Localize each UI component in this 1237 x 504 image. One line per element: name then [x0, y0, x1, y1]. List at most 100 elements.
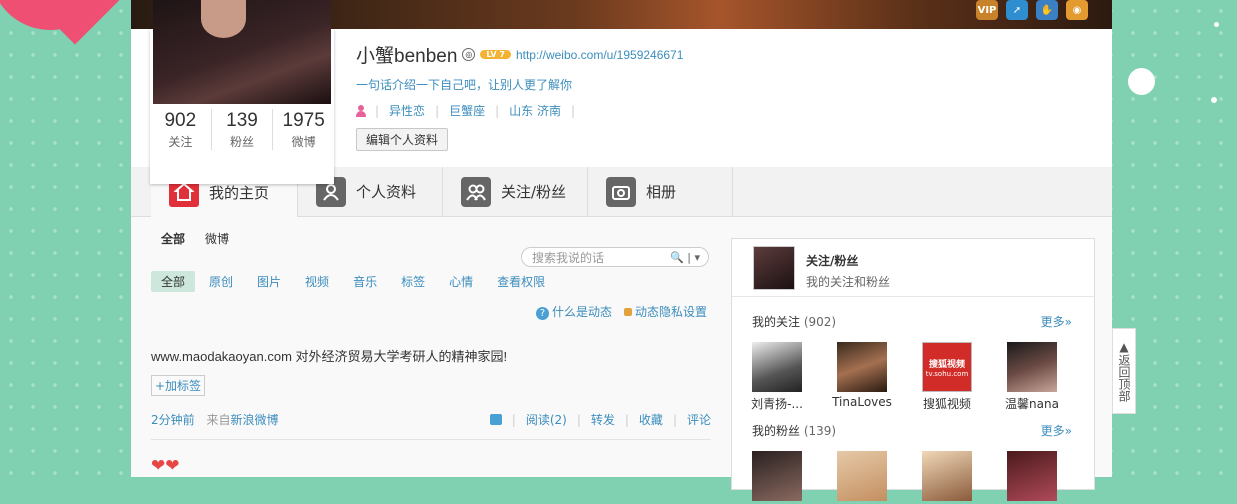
tab-label: 关注/粉丝 — [501, 183, 567, 201]
avatar[interactable] — [752, 342, 802, 392]
stat-number: 1975 — [282, 110, 325, 131]
bio-link[interactable]: 一句话介绍一下自己吧，让别人更了解你 — [356, 76, 683, 93]
zodiac-tag[interactable]: 巨蟹座 — [449, 102, 485, 119]
fan-user[interactable] — [837, 451, 887, 504]
fans-title: 我的粉丝 — [752, 424, 801, 438]
follow-fans-panel: 关注/粉丝 我的关注和粉丝 我的关注 (902) 更多» 刘青扬-... Tin… — [731, 238, 1095, 501]
tab-label: 我的主页 — [209, 183, 270, 202]
fans-count-label: (139) — [803, 424, 837, 438]
avatar[interactable] — [837, 342, 887, 392]
privacy-settings-link[interactable]: 动态隐私设置 — [624, 303, 707, 320]
feed-filters: 全部 原创 图片 视频 音乐 标签 心情 查看权限 — [151, 271, 559, 292]
feed-post: www.maodakaoyan.com 对外经济贸易大学考研人的精神家园! +加… — [151, 346, 711, 440]
repost-button[interactable]: 转发 — [591, 411, 615, 428]
feed: 全部 微博 搜索我说的话 🔍 | ▾ 全部 原创 图片 视频 音乐 标签 心情 … — [151, 230, 711, 475]
user-name[interactable]: 搜狐视频 — [912, 395, 982, 412]
feed-search-input[interactable]: 搜索我说的话 🔍 | ▾ — [521, 247, 709, 267]
profile-url-link[interactable]: http://weibo.com/u/1959246671 — [516, 48, 683, 62]
fan-user[interactable] — [752, 451, 802, 504]
vip-icon[interactable]: VIP — [976, 0, 998, 20]
following-count[interactable]: 902 关注 — [150, 109, 212, 150]
arrow-icon[interactable]: ➚ — [1006, 0, 1028, 20]
hand-icon[interactable]: ✋ — [1036, 0, 1058, 20]
read-count[interactable]: 阅读(2) — [526, 411, 567, 428]
avatar[interactable] — [1007, 342, 1057, 392]
profile-tags: | 异性恋 | 巨蟹座 | 山东 济南 | — [356, 102, 683, 119]
post-text: www.maodakaoyan.com 对外经济贸易大学考研人的精神家园! — [151, 349, 508, 364]
avatar[interactable] — [753, 246, 795, 290]
panel-title[interactable]: 关注/粉丝 — [806, 252, 890, 269]
hearts-emoji: ❤ ❤ — [151, 458, 180, 475]
profile-header: 902 关注 139 粉丝 1975 微博 小蟹benben ◎ LV 7 ht… — [131, 0, 1112, 184]
filter-original[interactable]: 原创 — [199, 271, 243, 292]
post-time-link[interactable]: 2分钟前 — [151, 413, 195, 427]
heart-icon: ❤ — [151, 456, 166, 476]
location-tag[interactable]: 山东 济南 — [509, 102, 561, 119]
privacy-links: ? 什么是动态 动态隐私设置 — [536, 303, 707, 320]
filter-permissions[interactable]: 查看权限 — [487, 271, 555, 292]
orientation-tag[interactable]: 异性恋 — [389, 102, 425, 119]
following-user[interactable]: 搜狐视频 tv.sohu.com 搜狐视频 — [922, 342, 972, 412]
verified-icon[interactable]: ◎ — [462, 48, 476, 61]
filter-all[interactable]: 全部 — [151, 271, 196, 292]
filter-mood[interactable]: 心情 — [439, 271, 483, 292]
from-label: 来自 — [206, 413, 231, 427]
user-name[interactable]: 刘青扬-... — [742, 395, 812, 412]
back-to-top-button[interactable]: ▲返回顶部 — [1112, 328, 1136, 414]
weibo-count[interactable]: 1975 微博 — [273, 109, 334, 150]
avatar[interactable] — [922, 451, 972, 501]
sohu-logo[interactable]: 搜狐视频 tv.sohu.com — [922, 342, 972, 392]
feed-tab-weibo[interactable]: 微博 — [205, 230, 229, 247]
profile-info: 小蟹benben ◎ LV 7 http://weibo.com/u/19592… — [356, 41, 683, 151]
edit-profile-button[interactable]: 编辑个人资料 — [356, 128, 449, 151]
feed-tab-all[interactable]: 全部 — [161, 230, 185, 247]
camera-icon — [606, 176, 636, 207]
back-to-top-label: 返回顶部 — [1117, 354, 1131, 402]
tab-album[interactable]: 相册 — [588, 167, 733, 216]
medal-icon[interactable]: ◉ — [1066, 0, 1088, 20]
following-count-label: (902) — [803, 315, 837, 329]
level-badge[interactable]: LV 7 — [480, 50, 511, 59]
user-name: 小蟹benben — [356, 46, 458, 67]
filter-tags[interactable]: 标签 — [391, 271, 435, 292]
add-tag-button[interactable]: +加标签 — [151, 375, 206, 396]
comment-button[interactable]: 评论 — [687, 411, 711, 428]
post-divider — [151, 439, 711, 440]
filter-pictures[interactable]: 图片 — [247, 271, 291, 292]
following-user[interactable]: 温馨nana — [1005, 342, 1059, 412]
fans-section: 我的粉丝 (139) 更多» — [752, 422, 1072, 504]
tab-label: 个人资料 — [356, 183, 417, 201]
more-fans-link[interactable]: 更多» — [1041, 422, 1072, 439]
filter-videos[interactable]: 视频 — [295, 271, 339, 292]
avatar[interactable] — [153, 0, 331, 104]
more-following-link[interactable]: 更多» — [1041, 313, 1072, 330]
background-bubble — [1128, 68, 1155, 95]
search-icon[interactable]: 🔍 | ▾ — [670, 248, 700, 268]
avatar[interactable] — [837, 451, 887, 501]
post-meta: 2分钟前 来自新浪微博 | 阅读(2) | 转发 | 收藏 | 评论 — [151, 411, 711, 428]
heart-icon: ❤ — [165, 456, 180, 476]
stat-label: 关注 — [168, 135, 193, 149]
background-bubble — [1211, 97, 1217, 103]
what-is-activity-link[interactable]: ? 什么是动态 — [536, 303, 612, 320]
following-user[interactable]: TinaLoves — [832, 342, 892, 412]
following-section: 我的关注 (902) 更多» 刘青扬-... TinaLoves 搜狐视频 tv… — [751, 313, 1072, 412]
fan-user[interactable] — [1007, 451, 1057, 504]
favorite-button[interactable]: 收藏 — [639, 411, 663, 428]
feed-type-tabs: 全部 微博 — [151, 230, 711, 247]
tab-follow-fans[interactable]: 关注/粉丝 — [443, 167, 588, 216]
following-user[interactable]: 刘青扬-... — [751, 342, 803, 412]
fan-user[interactable] — [922, 451, 972, 504]
user-name[interactable]: 温馨nana — [997, 395, 1067, 412]
avatar[interactable] — [752, 451, 802, 501]
filter-music[interactable]: 音乐 — [343, 271, 387, 292]
post-source-link[interactable]: 新浪微博 — [230, 413, 278, 427]
tab-label: 相册 — [646, 183, 677, 201]
fans-count[interactable]: 139 粉丝 — [212, 109, 274, 150]
stat-label: 微博 — [291, 135, 316, 149]
user-name[interactable]: TinaLoves — [827, 395, 897, 409]
like-icon[interactable] — [489, 414, 502, 425]
avatar[interactable] — [1007, 451, 1057, 501]
profile-page: VIP ➚ ✋ ◉ 902 关注 139 粉丝 1975 微博 小蟹benben… — [131, 0, 1112, 501]
question-icon: ? — [536, 307, 549, 320]
